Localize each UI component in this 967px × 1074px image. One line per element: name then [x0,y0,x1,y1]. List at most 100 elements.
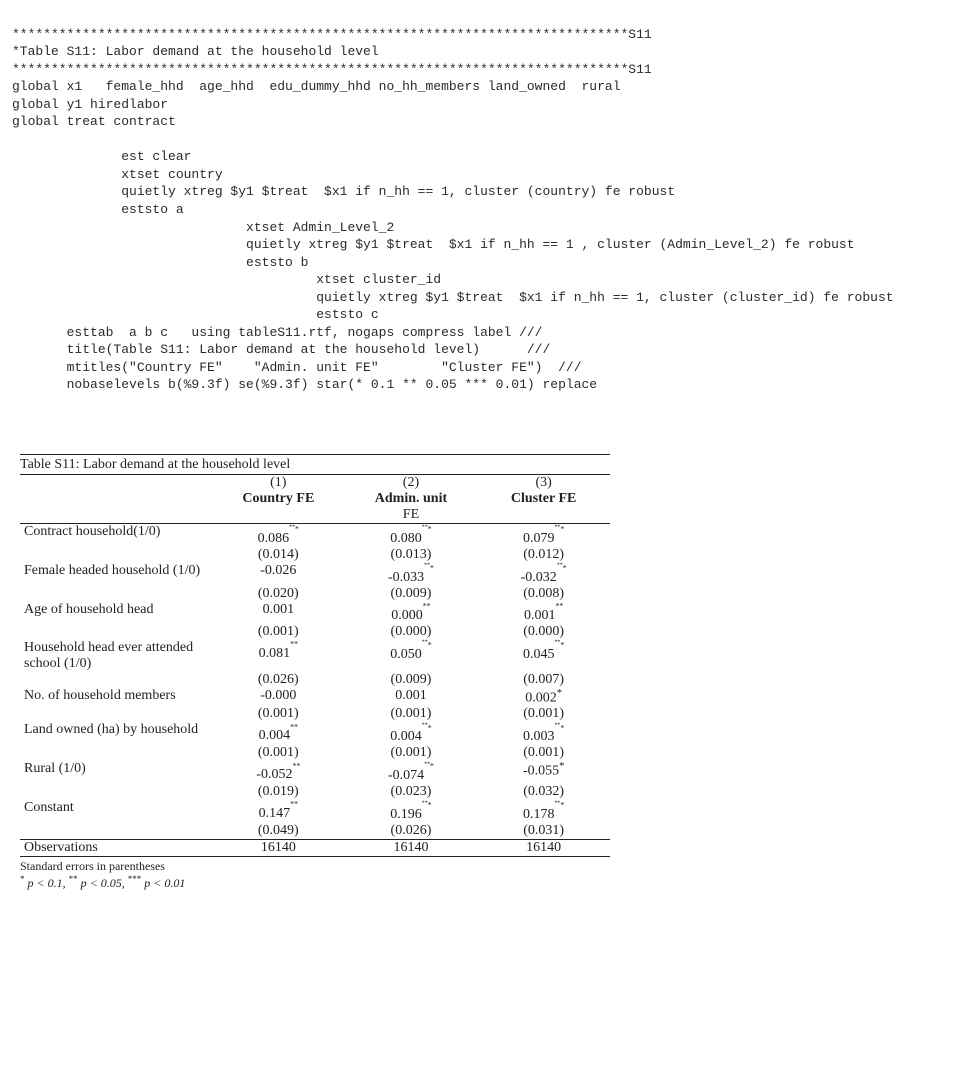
table-row: (0.019) (0.023) (0.032) [20,784,610,800]
cell-value: 0.050*** [345,640,478,672]
col-number-2: (2) [345,475,478,492]
cell-se: (0.013) [345,547,478,563]
cell-value: -0.033*** [345,563,478,586]
table-row: No. of household members -0.000 0.001 0.… [20,688,610,707]
table-row: (0.049) (0.026) (0.031) [20,823,610,840]
code-line: ****************************************… [12,62,652,77]
cell-value: 0.003*** [477,722,610,745]
code-line: xtset cluster_id [12,272,441,287]
cell-value: 0.178*** [477,800,610,823]
cell-se: (0.001) [212,706,345,722]
code-line: eststo a [12,202,184,217]
header-blank [212,507,345,524]
col-number-1: (1) [212,475,345,492]
table-row: Constant 0.147** 0.196*** 0.178*** [20,800,610,823]
sig-text: p < 0.1, [28,876,69,890]
cell-value: 0.147** [212,800,345,823]
cell-se: (0.019) [212,784,345,800]
table-row: Female headed household (1/0) -0.026 -0.… [20,563,610,586]
code-line: global y1 hiredlabor [12,97,168,112]
star-icon: *** [128,874,142,884]
row-label: Land owned (ha) by household [20,722,212,745]
row-label: Female headed household (1/0) [20,563,212,586]
cell-se: (0.012) [477,547,610,563]
cell-value: -0.052** [212,761,345,784]
table-row: Age of household head 0.001 0.000** 0.00… [20,602,610,624]
cell-se: (0.001) [212,745,345,761]
table-footnote: Standard errors in parentheses * p < 0.1… [20,857,610,891]
sig-text: p < 0.05, [81,876,128,890]
table-row: (0.026) (0.009) (0.007) [20,672,610,688]
cell-se: (0.000) [477,624,610,640]
row-label: Constant [20,800,212,823]
regression-table-wrap: Table S11: Labor demand at the household… [20,454,610,891]
code-line: quietly xtreg $y1 $treat $x1 if n_hh == … [12,237,855,252]
code-line: nobaselevels b(%9.3f) se(%9.3f) star(* 0… [12,377,597,392]
code-line: est clear [12,149,191,164]
row-label: Age of household head [20,602,212,624]
row-label: Rural (1/0) [20,761,212,784]
cell-se: (0.001) [345,706,478,722]
code-line: xtset country [12,167,223,182]
row-label: Household head ever attended school (1/0… [20,640,212,672]
sig-text: p < 0.01 [144,876,185,890]
cell-value: 0.004** [212,722,345,745]
table-row: Household head ever attended school (1/0… [20,640,610,672]
cell-se: (0.026) [212,672,345,688]
cell-se: (0.001) [212,624,345,640]
cell-value: -0.000 [212,688,345,707]
cell-se: (0.008) [477,586,610,602]
col-header-2b: FE [345,507,478,524]
table-title: Table S11: Labor demand at the household… [20,454,610,474]
cell-value: 0.001 [345,688,478,707]
footnote-significance: * p < 0.1, ** p < 0.05, *** p < 0.01 [20,874,610,891]
cell-se: (0.020) [212,586,345,602]
table-row: Contract household(1/0) 0.086*** 0.080**… [20,524,610,547]
cell-se: (0.032) [477,784,610,800]
cell-se: (0.049) [212,823,345,840]
footnote-se: Standard errors in parentheses [20,859,610,874]
cell-value: 0.079*** [477,524,610,547]
code-line: global treat contract [12,114,176,129]
cell-value: 0.196*** [345,800,478,823]
code-line: xtset Admin_Level_2 [12,220,394,235]
cell-value: 0.086*** [212,524,345,547]
header-blank [20,507,212,524]
cell-se: (0.000) [345,624,478,640]
col-header-1: Country FE [212,491,345,507]
cell-se: (0.001) [477,706,610,722]
code-line: quietly xtreg $y1 $treat $x1 if n_hh == … [12,184,675,199]
code-line: title(Table S11: Labor demand at the hou… [12,342,550,357]
code-line: mtitles("Country FE" "Admin. unit FE" "C… [12,360,582,375]
cell-se: (0.026) [345,823,478,840]
col-number-3: (3) [477,475,610,492]
table-row: Rural (1/0) -0.052** -0.074*** -0.055* [20,761,610,784]
cell-value: -0.055* [477,761,610,784]
table-row: (0.001) (0.001) (0.001) [20,745,610,761]
header-blank [20,475,212,492]
row-label: Contract household(1/0) [20,524,212,547]
table-row: (0.001) (0.000) (0.000) [20,624,610,640]
cell-value: -0.026 [212,563,345,586]
table-row: (0.001) (0.001) (0.001) [20,706,610,722]
observations-row: Observations 16140 16140 16140 [20,839,610,856]
cell-se: (0.007) [477,672,610,688]
cell-value: 0.080*** [345,524,478,547]
code-line: global x1 female_hhd age_hhd edu_dummy_h… [12,79,621,94]
header-blank [20,491,212,507]
col-header-3: Cluster FE [477,491,610,507]
cell-se: (0.031) [477,823,610,840]
star-icon: * [20,874,25,884]
cell-value: 0.001** [477,602,610,624]
cell-value: 0.081** [212,640,345,672]
table-row: (0.014) (0.013) (0.012) [20,547,610,563]
cell-value: 0.045*** [477,640,610,672]
code-line: ****************************************… [12,27,652,42]
header-blank [477,507,610,524]
cell-value: 0.000** [345,602,478,624]
obs-value: 16140 [345,839,478,856]
regression-table: (1) (2) (3) Country FE Admin. unit Clust… [20,474,610,857]
code-line: *Table S11: Labor demand at the househol… [12,44,379,59]
stata-code-block: ****************************************… [12,8,955,394]
code-line: quietly xtreg $y1 $treat $x1 if n_hh == … [12,290,894,305]
